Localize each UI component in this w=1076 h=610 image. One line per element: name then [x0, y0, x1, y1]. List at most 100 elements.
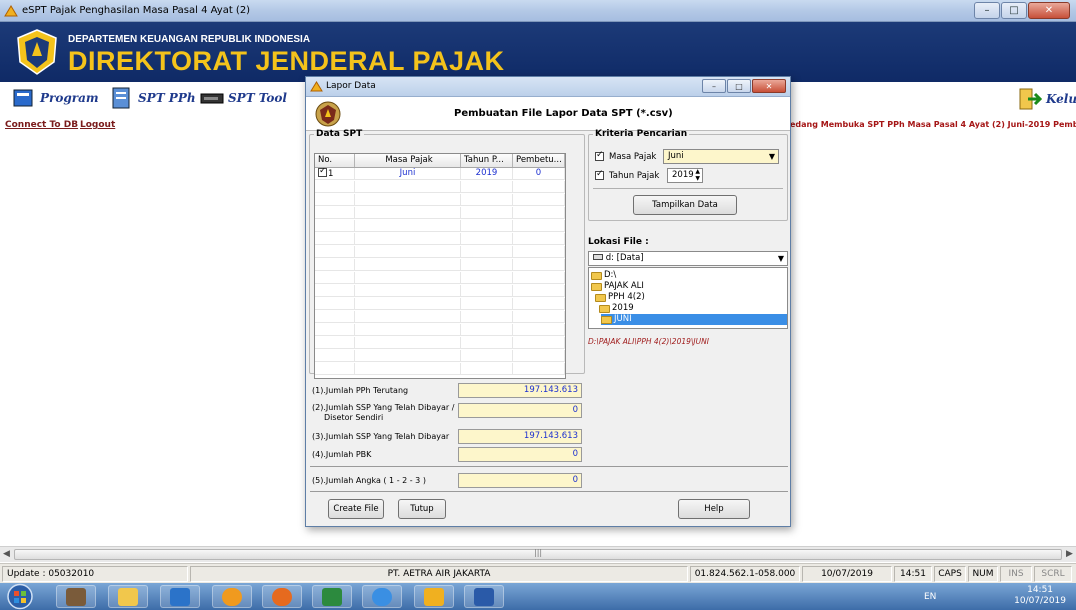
tree-item[interactable]: 2019	[599, 303, 634, 314]
dialog-minimize-button[interactable]: –	[702, 79, 726, 93]
row-no-cell: 1	[315, 168, 355, 179]
spt-tools-menu[interactable]: SPT Tool	[200, 86, 287, 110]
spt-tools-icon	[200, 93, 224, 104]
tree-item[interactable]: PAJAK ALI	[591, 281, 644, 292]
language-indicator[interactable]: EN	[924, 592, 936, 602]
tampilkan-data-button[interactable]: Tampilkan Data	[633, 195, 737, 215]
tahun-pajak-checkbox[interactable]	[595, 169, 604, 180]
start-button-icon[interactable]	[2, 583, 38, 610]
summary-label: (3).Jumlah SSP Yang Telah Dibayar	[312, 432, 450, 441]
chevron-down-icon[interactable]: ▼	[769, 150, 775, 163]
maximize-button[interactable]: □	[1001, 2, 1027, 19]
row-checkbox[interactable]	[318, 168, 327, 177]
row-tahun-pajak: 2019	[461, 168, 513, 179]
summary-jumlah-angka: (5).Jumlah Angka ( 1 - 2 - 3 ) 0	[310, 473, 586, 489]
clock[interactable]: 14:51 10/07/2019	[1014, 585, 1066, 607]
table-row[interactable]: 1 Juni 2019 0	[315, 168, 565, 180]
table-row	[315, 298, 565, 310]
table-row	[315, 337, 565, 349]
program-menu[interactable]: Program	[12, 86, 99, 110]
folder-tree[interactable]: D:\ PAJAK ALI PPH 4(2) 2019 JUNI	[588, 267, 788, 329]
summary-value: 0	[458, 403, 582, 418]
dialog-titlebar: Lapor Data – □ ✕	[306, 77, 790, 97]
drive-select[interactable]: d: [Data] ▼	[588, 251, 788, 266]
tree-item-selected[interactable]: JUNI	[601, 314, 787, 325]
row-masa-pajak: Juni	[355, 168, 461, 179]
tree-item-label: 2019	[612, 303, 634, 313]
firefox-icon	[272, 587, 292, 606]
table-row	[315, 181, 565, 193]
folder-icon	[118, 587, 138, 606]
masa-pajak-value: Juni	[668, 151, 684, 161]
table-row	[315, 363, 565, 375]
grid-header-tahun-pajak[interactable]: Tahun P...	[461, 154, 513, 167]
taskbar-app-1[interactable]	[56, 585, 96, 608]
table-row	[315, 311, 565, 323]
logout-link[interactable]: Logout	[80, 120, 115, 130]
window-controls: – □ ✕	[974, 2, 1070, 19]
status-bar: Update : 05032010 PT. AETRA AIR JAKARTA …	[0, 563, 1076, 583]
grid-header-no[interactable]: No.	[315, 154, 355, 167]
num-indicator: NUM	[968, 566, 998, 582]
directorate-name: DIREKTORAT JENDERAL PAJAK	[68, 46, 505, 76]
table-row	[315, 220, 565, 232]
folder-open-icon	[601, 315, 612, 324]
summary-value: 0	[458, 447, 582, 462]
create-file-button[interactable]: Create File	[328, 499, 384, 519]
tree-item[interactable]: PPH 4(2)	[595, 292, 645, 303]
minimize-button[interactable]: –	[974, 2, 1000, 19]
scroll-right-icon[interactable]: ▶	[1066, 549, 1073, 559]
grid-header-pembetulan[interactable]: Pembetu...	[513, 154, 565, 167]
scroll-left-icon[interactable]: ◀	[3, 549, 10, 559]
spinner-arrows-icon[interactable]: ▲ ▼	[695, 168, 700, 182]
help-button[interactable]: Help	[678, 499, 750, 519]
chevron-down-icon[interactable]: ▼	[778, 252, 784, 265]
npwp-status: 01.824.562.1-058.000	[690, 566, 800, 582]
row-no: 1	[328, 169, 334, 179]
time-status: 14:51	[894, 566, 932, 582]
ministry-logo-icon	[17, 29, 57, 75]
taskbar-ie[interactable]	[362, 585, 402, 608]
taskbar-firefox[interactable]	[262, 585, 302, 608]
masa-pajak-label: Masa Pajak	[609, 152, 657, 162]
spt-pph-menu[interactable]: SPT PPh	[110, 86, 196, 110]
grid-header-masa-pajak[interactable]: Masa Pajak	[355, 154, 461, 167]
dialog-close-button[interactable]: ✕	[752, 79, 786, 93]
folder-open-icon	[591, 282, 602, 291]
masa-pajak-checkbox[interactable]	[595, 150, 604, 161]
dialog-title: Lapor Data	[326, 81, 376, 91]
masa-pajak-select[interactable]: Juni ▼	[663, 149, 779, 164]
taskbar-explorer[interactable]	[108, 585, 148, 608]
taskbar-espt[interactable]	[414, 585, 454, 608]
header-banner: DEPARTEMEN KEUANGAN REPUBLIK INDONESIA D…	[0, 22, 1076, 82]
emblem-icon	[315, 101, 341, 127]
ie-icon	[372, 587, 392, 606]
data-spt-group: Data SPT No. Masa Pajak Tahun P... Pembe…	[309, 129, 585, 379]
dialog-heading: Pembuatan File Lapor Data SPT (*.csv)	[454, 108, 673, 119]
scroll-grip-icon: |||	[534, 548, 543, 557]
tutup-button[interactable]: Tutup	[398, 499, 446, 519]
tree-item[interactable]: D:\	[591, 270, 616, 281]
summary-ssp-disetor: (2).Jumlah SSP Yang Telah Dibayar / Dise…	[310, 403, 586, 425]
keluar-button[interactable]: Keluar	[1016, 86, 1076, 112]
system-tray: EN 14:51 10/07/2019	[906, 583, 1076, 610]
tree-item-label: PPH 4(2)	[608, 292, 645, 302]
close-button[interactable]: ✕	[1028, 2, 1070, 19]
folder-open-icon	[599, 304, 610, 313]
dialog-maximize-button[interactable]: □	[727, 79, 751, 93]
connect-db-link[interactable]: Connect To DB	[5, 120, 78, 130]
selected-path: D:\PAJAK ALI\PPH 4(2)\2019\JUNI	[588, 337, 709, 346]
table-row	[315, 285, 565, 297]
table-row	[315, 207, 565, 219]
summary-value: 0	[458, 473, 582, 488]
tahun-pajak-spinner[interactable]: 2019 ▲ ▼	[667, 168, 703, 183]
taskbar-excel[interactable]	[312, 585, 352, 608]
data-spt-grid[interactable]: No. Masa Pajak Tahun P... Pembetu... 1 J…	[314, 153, 566, 379]
horizontal-scrollbar[interactable]: ◀ ||| ▶	[0, 546, 1076, 562]
kriteria-group: Kriteria Pencarian Masa Pajak Juni ▼ Tah…	[588, 129, 788, 221]
taskbar-word[interactable]	[464, 585, 504, 608]
taskbar-outlook[interactable]	[160, 585, 200, 608]
summary-value: 197.143.613	[458, 383, 582, 398]
taskbar-media[interactable]	[212, 585, 252, 608]
excel-icon	[322, 587, 342, 606]
